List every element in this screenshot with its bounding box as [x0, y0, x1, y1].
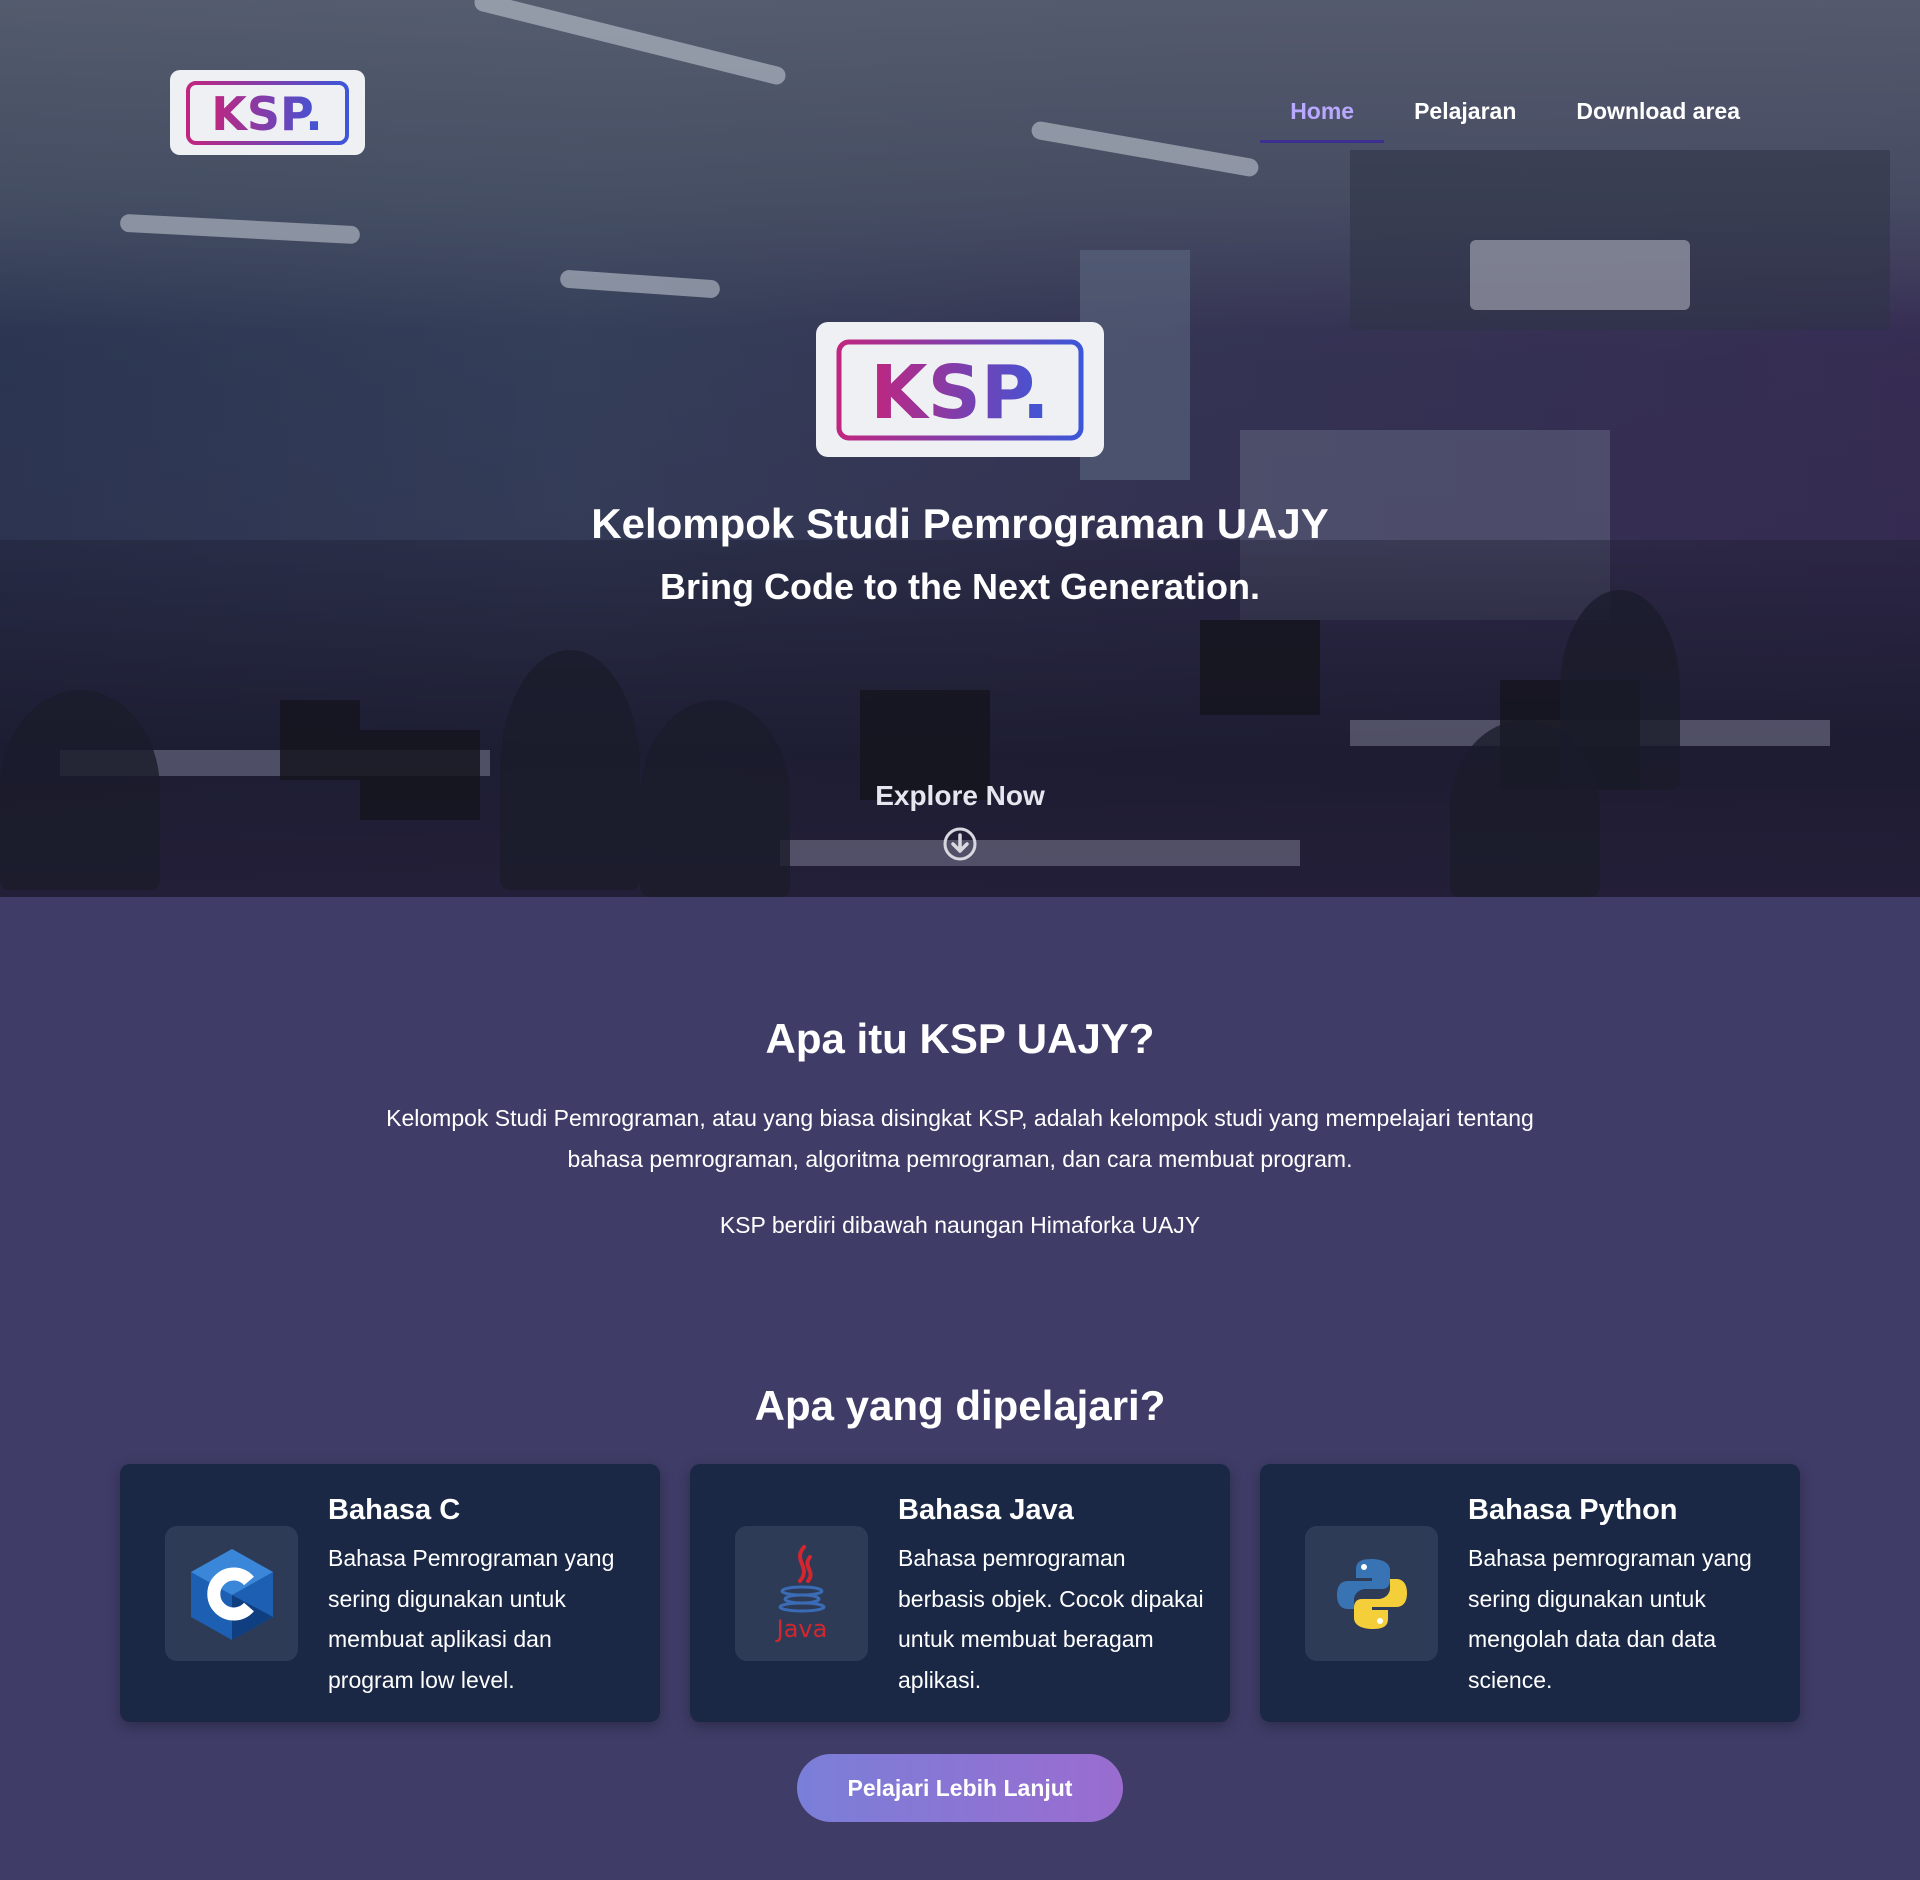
nav-pelajaran[interactable]: Pelajaran — [1384, 92, 1546, 143]
hero-logo: KSP. — [816, 322, 1104, 457]
card-bahasa-python[interactable]: Bahasa Python Bahasa pemrograman yang se… — [1260, 1464, 1800, 1722]
python-icon — [1336, 1558, 1407, 1629]
hero-title: Kelompok Studi Pemrograman UAJY — [591, 500, 1329, 547]
ksp-logo-icon: KSP. — [836, 339, 1084, 440]
about-description: Kelompok Studi Pemrograman, atau yang bi… — [386, 1105, 1534, 1172]
card-title: Bahasa Java — [898, 1494, 1074, 1526]
card-icon-box: Java — [735, 1526, 868, 1661]
card-bahasa-java[interactable]: Java Bahasa Java Bahasa pemrograman berb… — [690, 1464, 1230, 1722]
card-description: Bahasa pemrograman yang sering digunakan… — [1468, 1545, 1752, 1693]
hero-subtitle: Bring Code to the Next Generation. — [659, 566, 1261, 607]
learn-title: Apa yang dipelajari? — [754, 1382, 1166, 1429]
main-nav: Home Pelajaran Download area — [1260, 92, 1770, 143]
monitor — [280, 700, 360, 780]
nav-logo[interactable]: KSP. — [170, 70, 365, 155]
card-icon-box — [165, 1526, 298, 1661]
nav-home[interactable]: Home — [1260, 92, 1384, 143]
svg-text:KSP.: KSP. — [870, 350, 1049, 436]
monitor — [1200, 620, 1320, 715]
card-description: Bahasa Pemrograman yang sering digunakan… — [328, 1545, 615, 1693]
learn-more-button[interactable]: Pelajari Lebih Lanjut — [797, 1754, 1123, 1822]
java-icon: Java — [774, 1544, 827, 1643]
hero-background-ac — [1470, 240, 1690, 310]
desk — [780, 840, 1300, 866]
arrow-down-circle-icon[interactable] — [942, 826, 978, 862]
card-bahasa-c[interactable]: Bahasa C Bahasa Pemrograman yang sering … — [120, 1464, 660, 1722]
card-description: Bahasa pemrograman berbasis objek. Cocok… — [898, 1545, 1204, 1693]
card-title: Bahasa C — [328, 1494, 461, 1526]
svg-text:Java: Java — [774, 1615, 827, 1643]
about-note: KSP berdiri dibawah naungan Himaforka UA… — [719, 1212, 1201, 1238]
about-title: Apa itu KSP UAJY? — [765, 1015, 1155, 1062]
card-title: Bahasa Python — [1468, 1494, 1678, 1526]
ksp-logo-icon: KSP. — [186, 80, 349, 145]
explore-now-link[interactable]: Explore Now — [0, 780, 1920, 812]
c-language-icon — [190, 1548, 273, 1640]
hero-section: KSP. Home Pelajaran Download area KSP. K… — [0, 0, 1920, 897]
course-cards: Bahasa C Bahasa Pemrograman yang sering … — [120, 1464, 1800, 1722]
card-icon-box — [1305, 1526, 1438, 1661]
svg-text:KSP.: KSP. — [211, 87, 323, 141]
person-silhouette — [500, 650, 640, 890]
nav-download-area[interactable]: Download area — [1546, 92, 1770, 143]
